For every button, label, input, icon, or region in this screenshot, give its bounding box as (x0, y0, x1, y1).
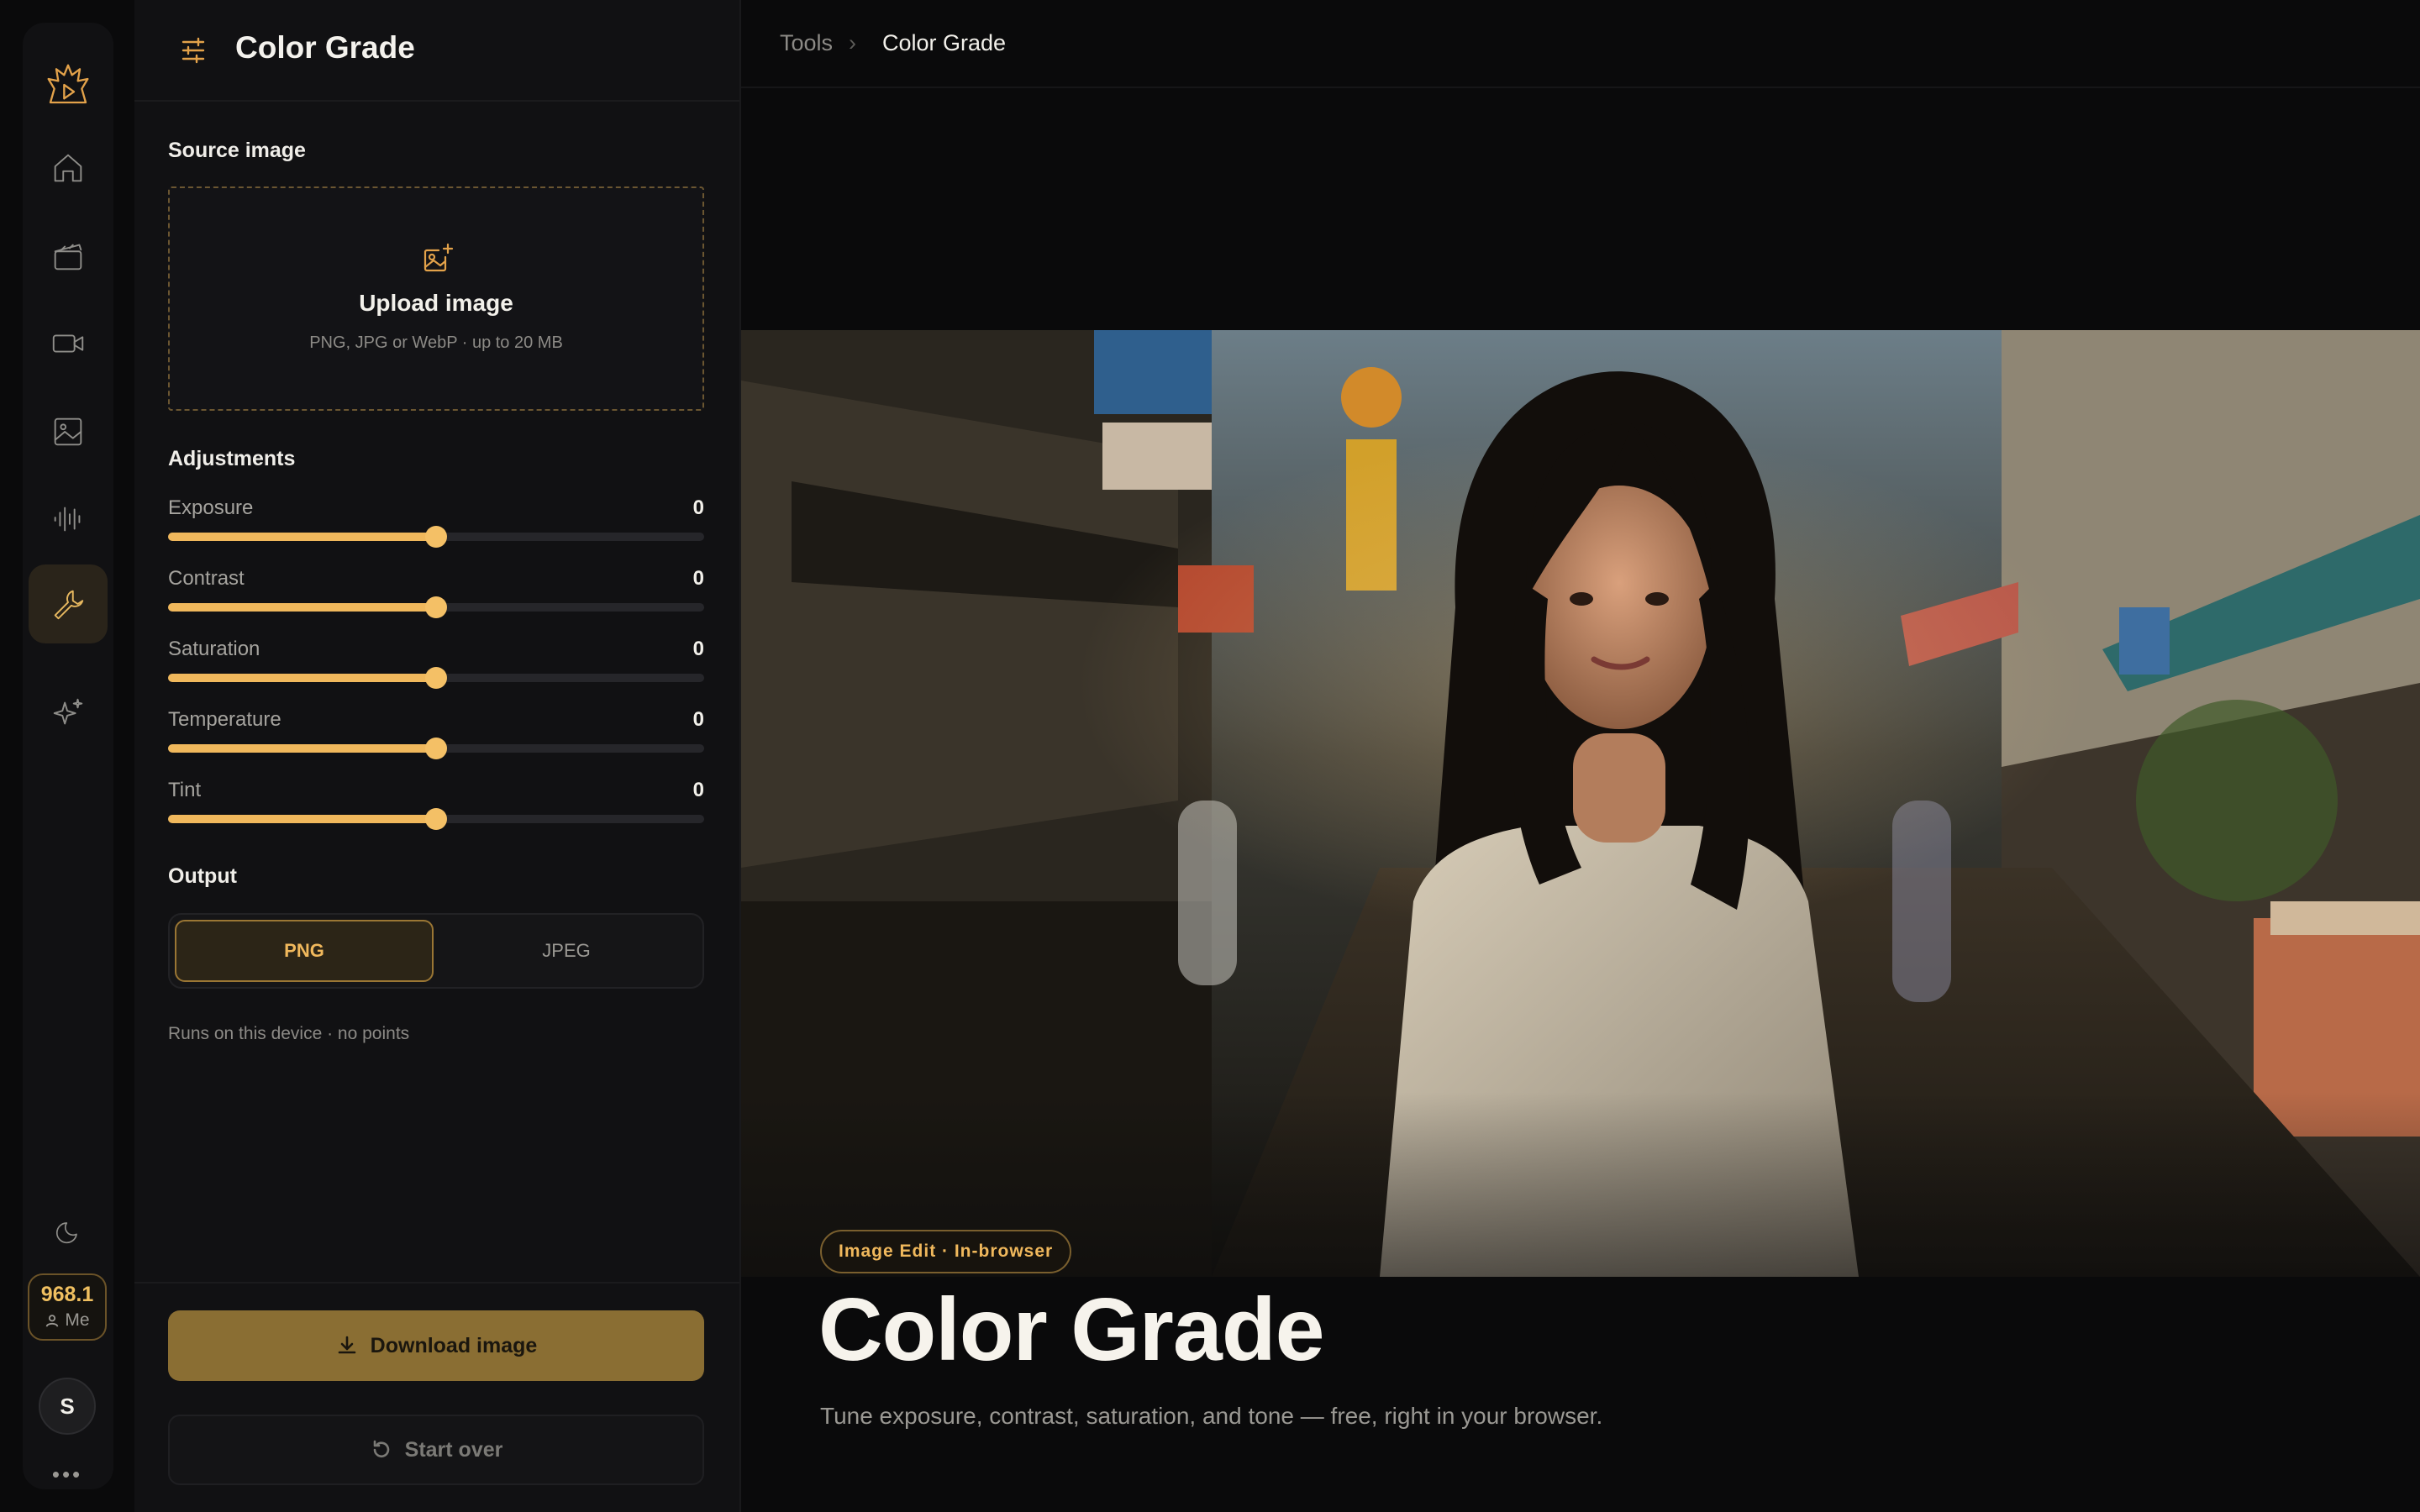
slider-thumb[interactable] (425, 526, 447, 548)
start-over-label: Start over (404, 1437, 503, 1462)
clapperboard-icon[interactable] (29, 217, 108, 296)
breadcrumb-current: Color Grade (882, 30, 1007, 55)
more-icon[interactable]: ••• (39, 1456, 96, 1493)
logo-icon[interactable] (29, 45, 108, 124)
source-image-label: Source image (168, 139, 306, 162)
upload-subtitle: PNG, JPG or WebP · up to 20 MB (309, 333, 563, 352)
breadcrumb: Tools › Color Grade (741, 0, 2420, 88)
slider-label: Temperature (168, 708, 281, 731)
slider-value: 0 (692, 567, 704, 590)
slider-value: 0 (692, 708, 704, 731)
video-icon[interactable] (29, 304, 108, 383)
slider-track[interactable] (168, 526, 704, 548)
slider-thumb[interactable] (425, 808, 447, 830)
format-jpeg-option[interactable]: JPEG (437, 920, 696, 982)
slider-exposure: Exposure 0 (168, 496, 704, 555)
slider-thumb[interactable] (425, 667, 447, 689)
category-tag: Image Edit · In-browser (820, 1230, 1072, 1273)
hero-subtitle: Tune exposure, contrast, saturation, and… (820, 1403, 1603, 1429)
slider-value: 0 (692, 638, 704, 660)
download-label: Download image (370, 1333, 538, 1357)
image-icon[interactable] (29, 392, 108, 471)
credits-value: 968.1 (40, 1283, 94, 1307)
upload-title: Upload image (359, 290, 513, 316)
nav-rail: 968.1 Me S ••• (23, 23, 113, 1489)
slider-tint: Tint 0 (168, 779, 704, 837)
slider-saturation: Saturation 0 (168, 638, 704, 696)
image-add-icon (420, 240, 455, 276)
credits-badge[interactable]: 968.1 Me (28, 1273, 107, 1341)
sliders-icon (176, 34, 210, 67)
slider-track[interactable] (168, 808, 704, 830)
hero-title: Color Grade (818, 1280, 1325, 1379)
slider-track[interactable] (168, 596, 704, 618)
slider-track[interactable] (168, 738, 704, 759)
slider-contrast: Contrast 0 (168, 567, 704, 626)
chevron-right-icon: › (849, 30, 856, 55)
slider-label: Saturation (168, 638, 260, 660)
slider-fill (168, 815, 436, 823)
settings-panel: Color Grade Source image Upload image PN… (134, 0, 741, 1512)
panel-title: Color Grade (235, 30, 415, 65)
panel-header: Color Grade (134, 0, 739, 102)
slider-thumb[interactable] (425, 596, 447, 618)
output-format-toggle: PNG JPEG (168, 913, 704, 989)
adjustments-label: Adjustments (168, 447, 296, 470)
panel-divider (134, 1282, 739, 1284)
output-label: Output (168, 864, 237, 888)
moon-icon[interactable] (29, 1192, 108, 1271)
reset-icon (373, 1440, 389, 1457)
account-label: Me (45, 1310, 90, 1331)
slider-track[interactable] (168, 667, 704, 689)
slider-value: 0 (692, 779, 704, 801)
slider-fill (168, 744, 436, 753)
user-icon (46, 1315, 59, 1327)
sparkles-icon[interactable] (29, 675, 108, 753)
download-image-button[interactable]: Download image (168, 1310, 704, 1381)
slider-label: Tint (168, 779, 202, 801)
account-label-text: Me (65, 1310, 90, 1330)
slider-fill (168, 603, 436, 612)
slider-label: Exposure (168, 496, 254, 519)
audio-wave-icon[interactable] (29, 480, 108, 559)
format-png-option[interactable]: PNG (175, 920, 434, 982)
home-icon[interactable] (29, 129, 108, 207)
slider-label: Contrast (168, 567, 245, 590)
privacy-note: Runs on this device · no points (168, 1024, 410, 1043)
wrench-icon[interactable] (29, 564, 108, 643)
breadcrumb-tools-link[interactable]: Tools (780, 30, 833, 56)
slider-fill (168, 674, 436, 682)
slider-thumb[interactable] (425, 738, 447, 759)
avatar[interactable]: S (39, 1378, 96, 1435)
upload-dropzone[interactable]: Upload image PNG, JPG or WebP · up to 20… (168, 186, 704, 411)
slider-temperature: Temperature 0 (168, 708, 704, 767)
start-over-button[interactable]: Start over (168, 1415, 704, 1485)
slider-value: 0 (692, 496, 704, 519)
slider-fill (168, 533, 436, 541)
download-icon (338, 1336, 355, 1354)
